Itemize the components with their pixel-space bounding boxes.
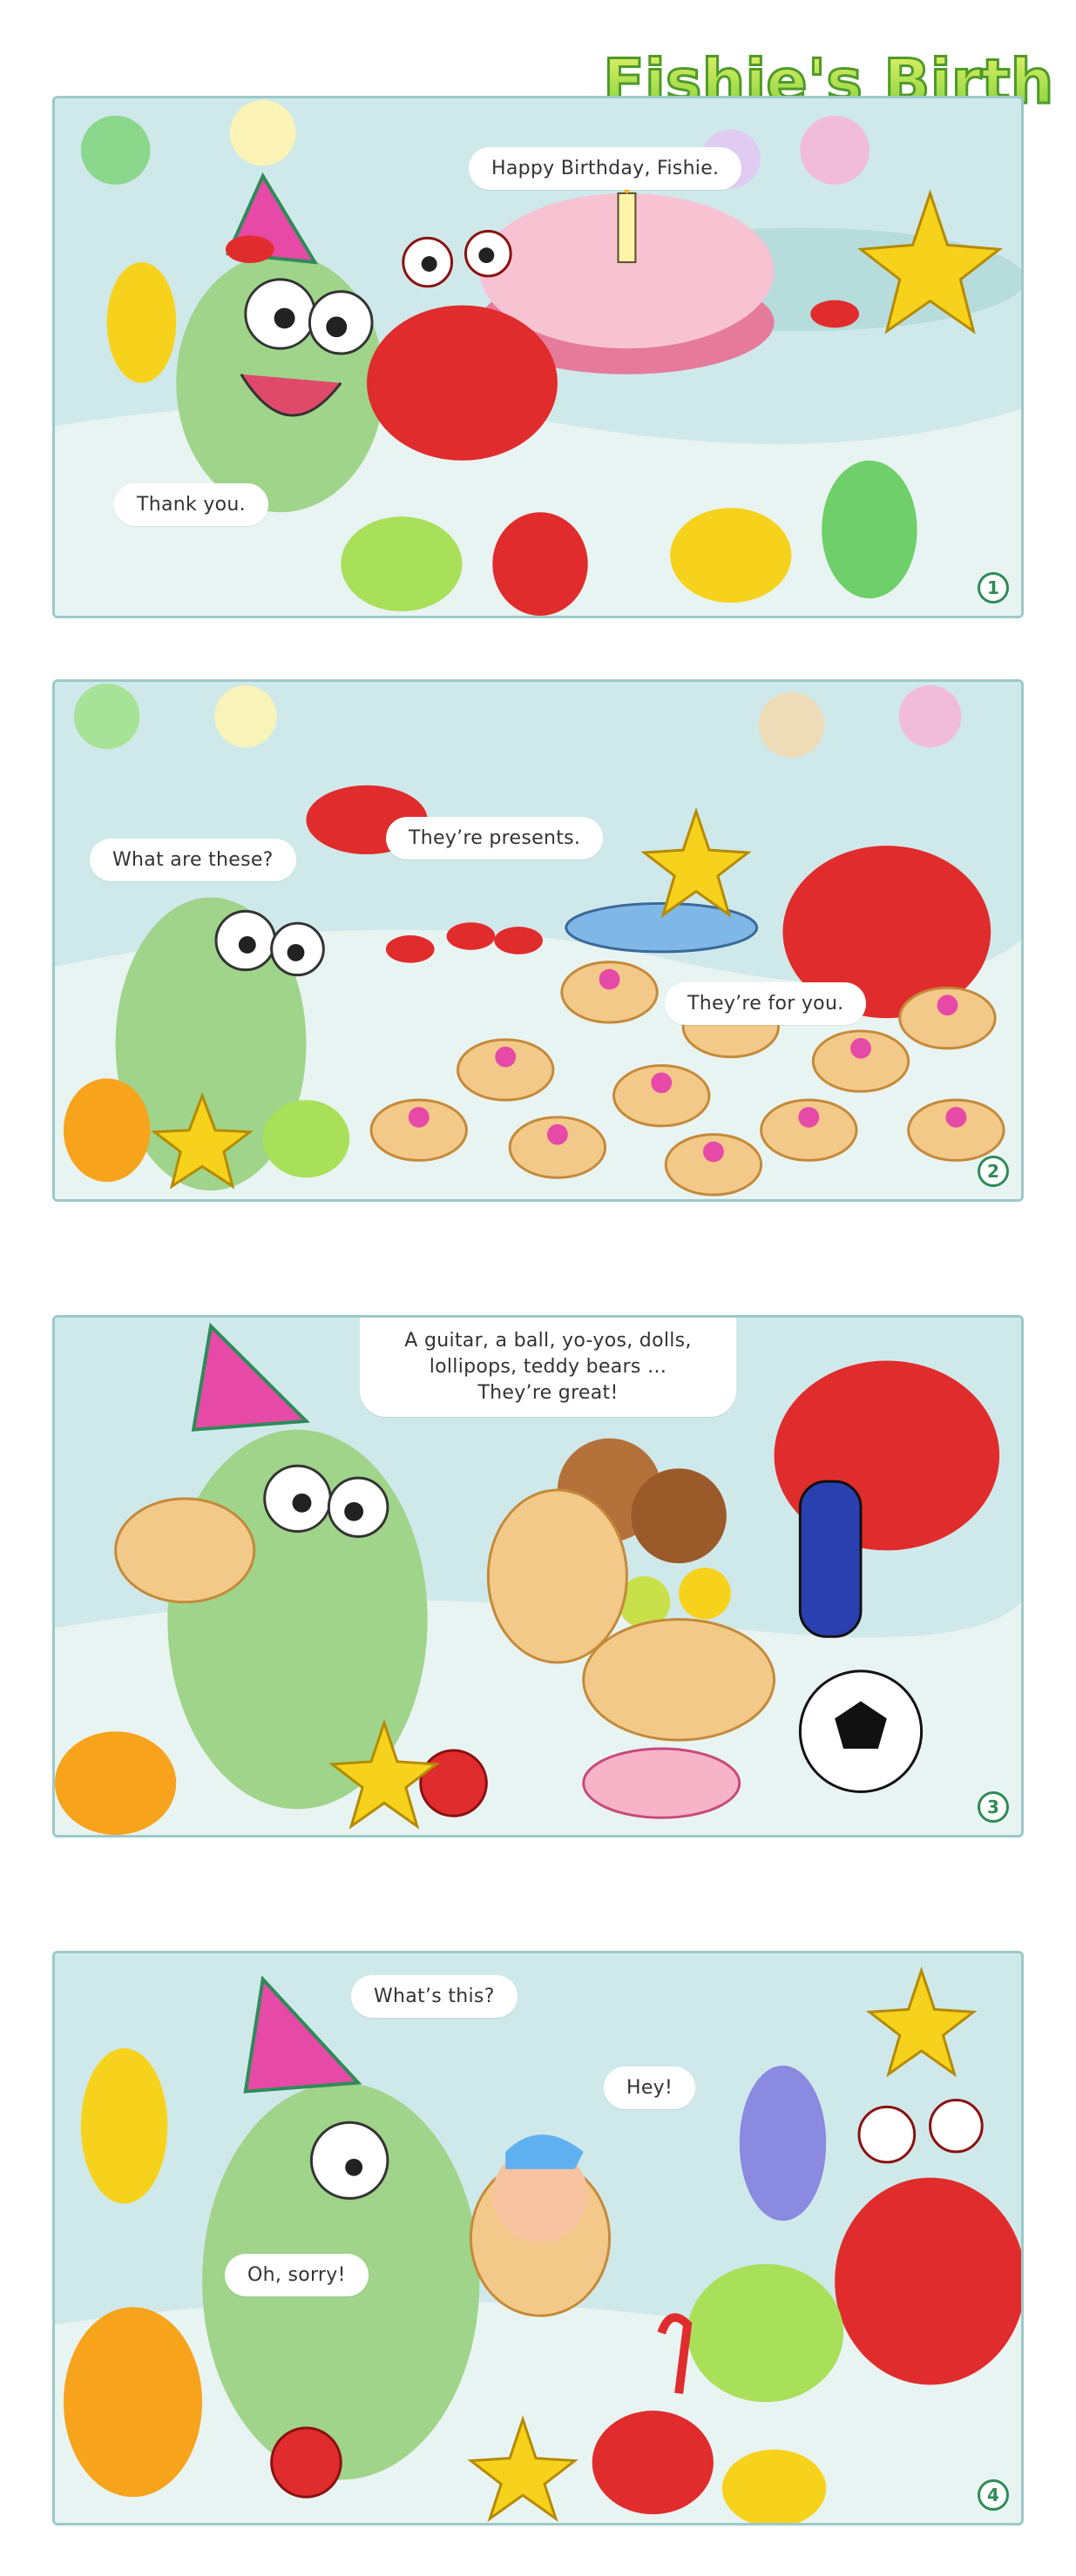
lollipop-icon	[679, 1568, 731, 1620]
speech-bubble: Happy Birthday, Fishie.	[469, 147, 742, 190]
balloon-icon	[229, 99, 296, 166]
bubble-line: A guitar, a ball, yo-yos, dolls,	[404, 1330, 692, 1352]
comic-panel-1: Happy Birthday, Fishie. Thank you. 1	[52, 96, 1024, 618]
panel-number: 4	[978, 2479, 1009, 2511]
crab-character	[367, 305, 558, 461]
speech-bubble: Thank you.	[114, 483, 268, 526]
yellow-fish-character	[670, 508, 792, 604]
orange-fish-character	[55, 1731, 177, 1835]
doll-icon	[582, 1747, 741, 1819]
panel-2-illustration	[55, 682, 1021, 1199]
speech-bubble: What are these?	[90, 839, 296, 881]
speech-bubble: They’re presents.	[386, 817, 604, 860]
shell-icon	[114, 1497, 256, 1604]
speech-bubble: A guitar, a ball, yo-yos, dolls, lollipo…	[360, 1318, 736, 1417]
seahorse-character	[739, 2065, 827, 2222]
panel-4-illustration	[55, 1953, 1021, 2523]
balloon-icon	[758, 691, 825, 759]
speech-bubble: Hey!	[604, 2067, 696, 2109]
speech-bubble: What’s this?	[351, 1975, 518, 2018]
green-fish-character	[341, 516, 463, 612]
yo-yo-icon	[270, 2426, 342, 2498]
panel-number: 1	[978, 572, 1009, 604]
green-fish-character	[262, 1100, 350, 1178]
comic-panel-2: What are these? They’re presents. They’r…	[52, 679, 1024, 1202]
teddy-bear-icon	[631, 1468, 727, 1564]
guitar-icon	[798, 1480, 863, 1638]
shell-icon	[486, 1488, 628, 1664]
panel-number: 2	[978, 1156, 1009, 1187]
orange-fish-character	[63, 2307, 203, 2498]
yo-yo-icon	[419, 1749, 488, 1817]
yellow-fish-character	[80, 2048, 168, 2204]
frog-character	[687, 2263, 844, 2403]
speech-bubble: Oh, sorry!	[225, 2254, 369, 2296]
comic-panel-4: What’s this? Hey! Oh, sorry! 4	[52, 1951, 1024, 2525]
balloon-icon	[80, 115, 151, 185]
speech-bubble: They’re for you.	[665, 982, 867, 1025]
comic-panel-3: A guitar, a ball, yo-yos, dolls, lollipo…	[52, 1315, 1024, 1838]
bubble-line: lollipops, teddy bears …	[429, 1356, 667, 1378]
balloon-icon	[800, 115, 870, 185]
balloon-icon	[214, 684, 277, 748]
orange-fish-character	[63, 1078, 151, 1183]
crab-character	[835, 2177, 1021, 2385]
shell-icon	[582, 1618, 776, 1742]
balloon-icon	[73, 683, 140, 750]
red-fish-character	[592, 2411, 714, 2515]
balloon-icon	[898, 684, 962, 748]
frog-character	[822, 460, 917, 599]
panel-number: 3	[978, 1791, 1009, 1823]
bubble-line: They’re great!	[477, 1382, 619, 1404]
seahorse-character	[106, 262, 177, 383]
red-fish-character	[492, 512, 588, 616]
